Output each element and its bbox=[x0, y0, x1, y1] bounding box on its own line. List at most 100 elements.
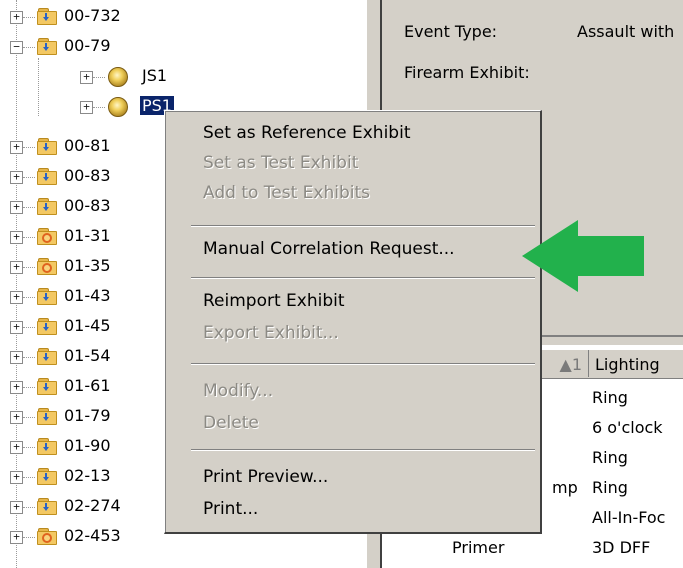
tree-item-label[interactable]: 00-81 bbox=[64, 136, 111, 155]
folder-import-icon bbox=[37, 408, 57, 425]
menu-separator bbox=[191, 363, 535, 365]
tree-connector bbox=[23, 297, 35, 298]
folder-import-icon bbox=[37, 468, 57, 485]
tree-connector bbox=[23, 267, 35, 268]
expand-plus-icon[interactable]: + bbox=[80, 71, 93, 84]
folder-import-icon bbox=[37, 378, 57, 395]
tree-item-label[interactable]: 01-54 bbox=[64, 346, 111, 365]
menu-item-modify[interactable]: Modify... bbox=[203, 381, 273, 401]
expand-plus-icon[interactable]: + bbox=[10, 501, 23, 514]
tree-item-label[interactable]: 00-732 bbox=[64, 6, 121, 25]
menu-item-print[interactable]: Print... bbox=[203, 499, 258, 519]
menu-item-add-to-test-exhibits[interactable]: Add to Test Exhibits bbox=[203, 183, 370, 203]
folder-target-icon bbox=[37, 258, 57, 275]
folder-import-icon bbox=[37, 288, 57, 305]
expand-plus-icon[interactable]: + bbox=[10, 171, 23, 184]
tree-item-label[interactable]: 02-453 bbox=[64, 526, 121, 545]
tree-item-label[interactable]: 01-79 bbox=[64, 406, 111, 425]
green-arrow-icon bbox=[522, 220, 644, 292]
expand-plus-icon[interactable]: + bbox=[10, 471, 23, 484]
expand-plus-icon[interactable]: + bbox=[80, 101, 93, 114]
tree-connector bbox=[23, 507, 35, 508]
expand-plus-icon[interactable]: + bbox=[10, 381, 23, 394]
folder-import-icon bbox=[37, 8, 57, 25]
tree-item-label[interactable]: JS1 bbox=[142, 66, 167, 85]
folder-import-icon bbox=[37, 348, 57, 365]
tree-connector bbox=[23, 357, 35, 358]
expand-plus-icon[interactable]: + bbox=[10, 141, 23, 154]
tree-connector bbox=[23, 47, 35, 48]
tree-connector bbox=[23, 447, 35, 448]
menu-separator bbox=[191, 225, 535, 227]
expand-plus-icon[interactable]: + bbox=[10, 201, 23, 214]
folder-import-icon bbox=[37, 438, 57, 455]
tree-item-label[interactable]: 01-31 bbox=[64, 226, 111, 245]
tree-connector bbox=[23, 207, 35, 208]
grid-cell-lighting: Ring bbox=[592, 448, 628, 467]
tree-connector bbox=[23, 17, 35, 18]
tree-item-label[interactable]: 00-79 bbox=[64, 36, 111, 55]
grid-cell-lighting: Ring bbox=[592, 478, 628, 497]
grid-cell: Primer bbox=[452, 538, 505, 557]
tree-item-label[interactable]: 01-35 bbox=[64, 256, 111, 275]
menu-separator bbox=[191, 449, 535, 451]
tree-item-label[interactable]: 02-13 bbox=[64, 466, 111, 485]
folder-import-icon bbox=[37, 138, 57, 155]
tree-connector bbox=[23, 237, 35, 238]
menu-item-delete[interactable]: Delete bbox=[203, 413, 259, 433]
folder-import-icon bbox=[37, 38, 57, 55]
grid-cell-lighting: 3D DFF bbox=[592, 538, 651, 557]
expand-plus-icon[interactable]: + bbox=[10, 231, 23, 244]
expand-plus-icon[interactable]: + bbox=[10, 441, 23, 454]
tree-connector bbox=[23, 537, 35, 538]
exhibit-disc-icon bbox=[108, 67, 128, 87]
menu-item-print-preview[interactable]: Print Preview... bbox=[203, 467, 328, 487]
menu-item-manual-correlation-request[interactable]: Manual Correlation Request... bbox=[203, 239, 455, 259]
tree-guide-line-child bbox=[38, 58, 39, 116]
expand-plus-icon[interactable]: + bbox=[10, 321, 23, 334]
lighting-column-header[interactable]: Lighting bbox=[589, 350, 683, 377]
tree-item-label[interactable]: 01-43 bbox=[64, 286, 111, 305]
tree-connector bbox=[23, 177, 35, 178]
tree-item-label[interactable]: 01-45 bbox=[64, 316, 111, 335]
folder-import-icon bbox=[37, 198, 57, 215]
tree-connector bbox=[23, 387, 35, 388]
menu-item-set-test-exhibit[interactable]: Set as Test Exhibit bbox=[203, 153, 358, 173]
expand-plus-icon[interactable]: + bbox=[10, 11, 23, 24]
menu-item-reimport-exhibit[interactable]: Reimport Exhibit bbox=[203, 291, 345, 311]
tree-connector bbox=[93, 107, 105, 108]
folder-target-icon bbox=[37, 228, 57, 245]
expand-plus-icon[interactable]: + bbox=[10, 291, 23, 304]
tree-connector bbox=[23, 417, 35, 418]
collapse-minus-icon[interactable]: − bbox=[10, 41, 23, 54]
folder-import-icon bbox=[37, 168, 57, 185]
expand-plus-icon[interactable]: + bbox=[10, 411, 23, 424]
menu-separator bbox=[191, 277, 535, 279]
event-type-value: Assault with bbox=[577, 22, 675, 41]
event-type-label: Event Type: bbox=[404, 22, 498, 41]
menu-item-export-exhibit[interactable]: Export Exhibit... bbox=[203, 323, 339, 343]
grid-cell-lighting: Ring bbox=[592, 388, 628, 407]
expand-plus-icon[interactable]: + bbox=[10, 531, 23, 544]
tree-item-label[interactable]: 00-83 bbox=[64, 196, 111, 215]
tree-connector bbox=[23, 327, 35, 328]
tree-connector bbox=[93, 77, 105, 78]
folder-import-icon bbox=[37, 318, 57, 335]
expand-plus-icon[interactable]: + bbox=[10, 351, 23, 364]
exhibit-disc-icon bbox=[108, 97, 128, 117]
tree-item-label[interactable]: 02-274 bbox=[64, 496, 121, 515]
grid-cell: mp bbox=[552, 478, 578, 497]
exhibit-context-menu: Set as Reference Exhibit Set as Test Exh… bbox=[164, 110, 542, 534]
grid-cell-lighting: All-In-Foc bbox=[592, 508, 666, 527]
folder-import-icon bbox=[37, 498, 57, 515]
tree-item-label[interactable]: 01-90 bbox=[64, 436, 111, 455]
tree-connector bbox=[23, 477, 35, 478]
folder-target-icon bbox=[37, 528, 57, 545]
firearm-exhibit-label: Firearm Exhibit: bbox=[404, 63, 530, 82]
expand-plus-icon[interactable]: + bbox=[10, 261, 23, 274]
menu-item-set-reference-exhibit[interactable]: Set as Reference Exhibit bbox=[203, 123, 411, 143]
tree-item-label[interactable]: 01-61 bbox=[64, 376, 111, 395]
tree-connector bbox=[23, 147, 35, 148]
grid-cell-lighting: 6 o'clock bbox=[592, 418, 663, 437]
tree-item-label[interactable]: 00-83 bbox=[64, 166, 111, 185]
